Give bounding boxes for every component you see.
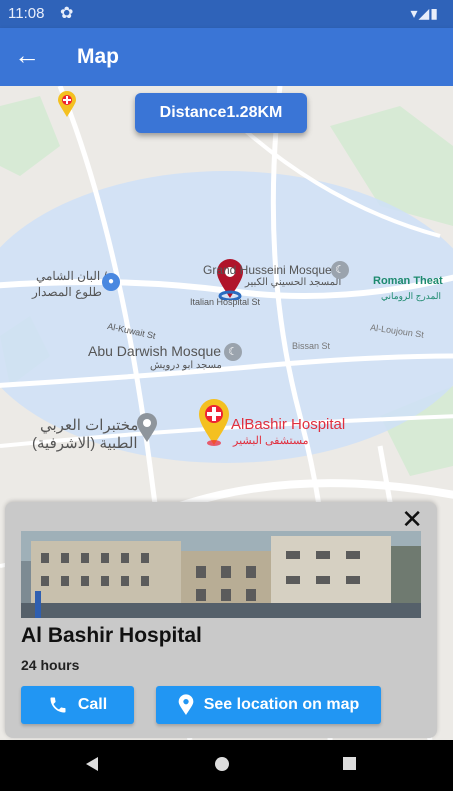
close-icon[interactable]: ✕ [401,506,423,532]
status-bar: 11:08 ✿ ▾◢▮ [0,0,453,28]
see-location-button[interactable]: See location on map [156,686,381,724]
label-bissan-st: Bissan St [292,341,331,351]
system-nav-bar [0,740,453,791]
hospital-marker-icon[interactable] [57,91,77,117]
label-albashir-hospital-ar: مستشفى البشير [233,435,309,447]
mosque-icon: ☾ [224,343,242,361]
label-labs-2: الطبية (الاشرفية) [32,435,138,452]
distance-button[interactable]: Distance1.28KM [135,93,307,133]
place-pin-icon [137,413,157,442]
back-arrow-icon[interactable]: ← [14,40,40,70]
label-albashir-hospital: AlBashir Hospital [231,416,346,433]
label-roman-theatre-ar: المدرج الروماني [381,291,441,301]
label-italian-hospital-st: Italian Hospital St [190,297,261,307]
see-location-button-label: See location on map [203,696,360,713]
phone-icon [50,697,66,713]
call-button-label: Call [77,696,108,713]
settings-icon: ✿ [60,5,74,22]
status-time: 11:08 [8,5,45,22]
hospital-marker-icon[interactable] [197,397,231,447]
call-button[interactable]: Call [21,686,134,724]
label-roman-theatre: Roman Theat [373,275,443,287]
label-grand-mosque: Grand Husseini Mosque [203,263,332,277]
label-shami-1: البان الشامي / [36,269,107,283]
hospital-photo [21,531,421,618]
system-status-icons: ▾◢▮ [410,5,439,21]
label-abu-darwish-ar: مسجد ابو درويش [150,360,222,371]
label-shami-2: طلوع المصدار [32,285,102,299]
nav-recents-icon[interactable] [342,756,357,776]
nav-home-icon[interactable] [214,756,230,777]
app-bar: ← Map [0,28,453,86]
location-pin-icon [178,694,194,715]
mosque-icon: ☾ [331,261,349,279]
page-title: Map [77,45,119,68]
nav-back-icon[interactable] [85,756,99,777]
label-abu-darwish: Abu Darwish Mosque [88,343,222,359]
shop-bag-icon: ● [102,273,120,291]
place-card: ✕ Al Bashir Hospital 24 hours Call See l… [5,502,437,738]
label-grand-mosque-ar: المسجد الحسيني الكبير [245,277,342,288]
opening-hours: 24 hours [21,657,80,673]
place-name: Al Bashir Hospital [21,624,202,647]
label-labs-1: مختبرات العربي [40,417,139,434]
